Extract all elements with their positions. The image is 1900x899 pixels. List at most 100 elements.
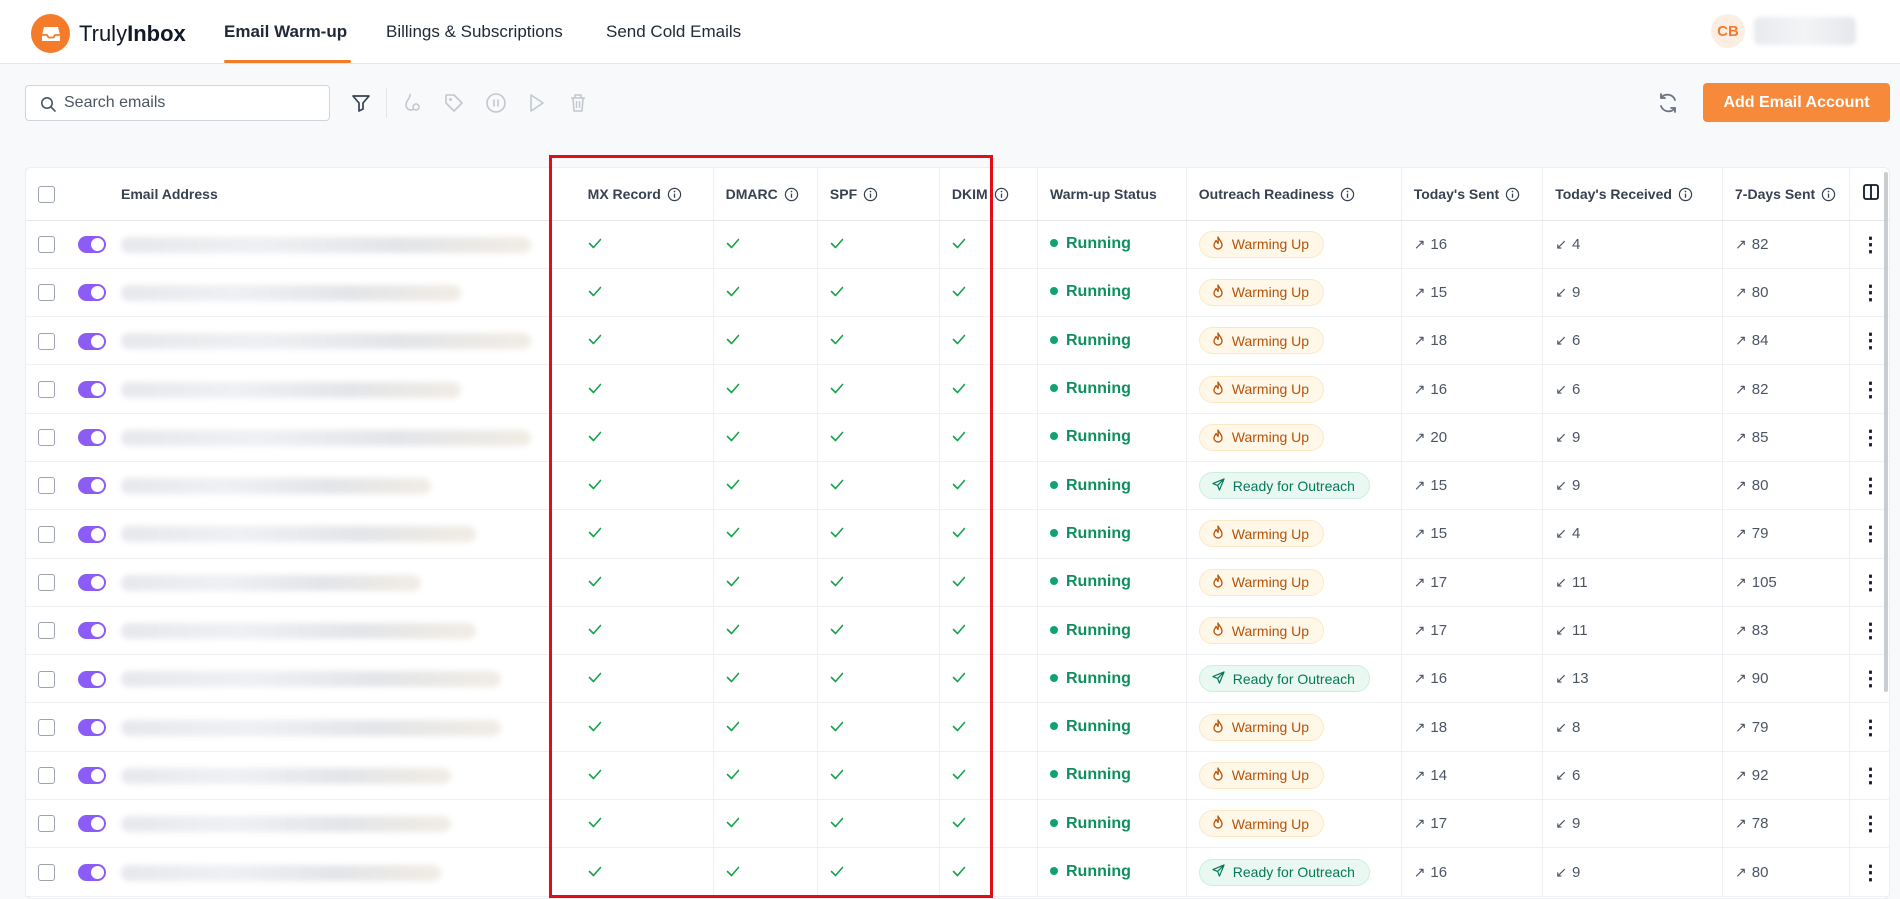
user-name-redacted[interactable]	[1754, 17, 1856, 45]
email-address-cell[interactable]	[118, 847, 576, 897]
kebab-menu-icon[interactable]: ⋮	[1861, 282, 1881, 304]
kebab-menu-icon[interactable]: ⋮	[1861, 668, 1881, 690]
email-address-cell[interactable]	[118, 702, 576, 752]
row-checkbox[interactable]	[38, 284, 55, 302]
info-icon[interactable]	[1821, 187, 1836, 202]
email-address-cell[interactable]	[118, 316, 576, 366]
row-checkbox[interactable]	[38, 767, 55, 785]
table-row[interactable]: Running Ready for Outreach ↗ 16 ↙ 13 ↗ 90 ⋮	[26, 654, 1889, 704]
column-7-days-sent[interactable]: 7-Days Sent	[1722, 168, 1850, 221]
add-email-account-button[interactable]: Add Email Account	[1703, 83, 1890, 122]
warmup-toggle[interactable]	[77, 767, 106, 785]
column-dkim[interactable]: DKIM	[938, 168, 1038, 221]
tab-billings-subscriptions[interactable]: Billings & Subscriptions	[386, 22, 563, 42]
kebab-menu-icon[interactable]: ⋮	[1861, 330, 1881, 352]
tab-email-warmup[interactable]: Email Warm-up	[224, 22, 347, 42]
kebab-menu-icon[interactable]: ⋮	[1861, 813, 1881, 835]
refresh-button[interactable]	[1654, 89, 1682, 117]
row-actions-menu[interactable]: ⋮	[1849, 702, 1889, 752]
warmup-toggle[interactable]	[77, 622, 106, 640]
trash-icon[interactable]	[566, 91, 590, 115]
app-logo[interactable]: TrulyInbox	[31, 14, 186, 53]
row-checkbox[interactable]	[38, 670, 55, 688]
row-checkbox[interactable]	[38, 622, 55, 640]
table-row[interactable]: Running Ready for Outreach ↗ 15 ↙ 9 ↗ 80 ⋮	[26, 461, 1889, 511]
table-row[interactable]: Running Warming Up ↗ 18 ↙ 6 ↗ 84 ⋮	[26, 316, 1889, 366]
tag-icon[interactable]	[442, 91, 466, 115]
email-address-cell[interactable]	[118, 413, 576, 462]
column-spf[interactable]: SPF	[816, 168, 940, 221]
email-address-cell[interactable]	[118, 606, 576, 656]
warmup-toggle[interactable]	[77, 332, 106, 350]
select-all-checkbox[interactable]	[38, 185, 55, 203]
warmup-toggle[interactable]	[77, 718, 106, 736]
tab-send-cold-emails[interactable]: Send Cold Emails	[606, 22, 741, 42]
filter-icon[interactable]	[349, 91, 373, 115]
warmup-toggle[interactable]	[77, 477, 106, 495]
pause-icon[interactable]	[484, 91, 508, 115]
search-input[interactable]	[64, 86, 324, 120]
email-address-cell[interactable]	[118, 268, 576, 318]
kebab-menu-icon[interactable]: ⋮	[1861, 717, 1881, 739]
info-icon[interactable]	[863, 187, 878, 202]
table-row[interactable]: Running Ready for Outreach ↗ 16 ↙ 9 ↗ 80 ⋮	[26, 847, 1889, 897]
kebab-menu-icon[interactable]: ⋮	[1861, 862, 1881, 884]
info-icon[interactable]	[1505, 187, 1520, 202]
warmup-toggle[interactable]	[77, 525, 106, 543]
table-row[interactable]: Running Warming Up ↗ 14 ↙ 6 ↗ 92 ⋮	[26, 751, 1889, 801]
table-row[interactable]: Running Warming Up ↗ 18 ↙ 8 ↗ 79 ⋮	[26, 702, 1889, 752]
user-avatar[interactable]: CB	[1711, 14, 1745, 48]
column-email-address[interactable]: Email Address	[118, 168, 576, 221]
email-address-cell[interactable]	[118, 509, 576, 559]
warmup-toggle[interactable]	[77, 815, 106, 833]
row-checkbox[interactable]	[38, 429, 55, 447]
warmup-toggle[interactable]	[77, 670, 106, 688]
kebab-menu-icon[interactable]: ⋮	[1861, 379, 1881, 401]
kebab-menu-icon[interactable]: ⋮	[1861, 475, 1881, 497]
email-address-cell[interactable]	[118, 751, 576, 801]
table-row[interactable]: Running Warming Up ↗ 16 ↙ 4 ↗ 82 ⋮	[26, 220, 1889, 269]
table-row[interactable]: Running Warming Up ↗ 17 ↙ 9 ↗ 78 ⋮	[26, 799, 1889, 849]
info-icon[interactable]	[1340, 187, 1355, 202]
row-checkbox[interactable]	[38, 815, 55, 833]
row-actions-menu[interactable]: ⋮	[1849, 799, 1889, 849]
warmup-toggle[interactable]	[77, 863, 106, 881]
row-actions-menu[interactable]: ⋮	[1849, 847, 1889, 897]
search-box[interactable]	[25, 85, 330, 121]
info-icon[interactable]	[667, 187, 682, 202]
row-checkbox[interactable]	[38, 573, 55, 591]
row-checkbox[interactable]	[38, 863, 55, 881]
column-dmarc[interactable]: DMARC	[712, 168, 818, 221]
email-address-cell[interactable]	[118, 461, 576, 511]
kebab-menu-icon[interactable]: ⋮	[1861, 765, 1881, 787]
column-mx-record[interactable]: MX Record	[575, 168, 714, 221]
column-todays-received[interactable]: Today's Received	[1542, 168, 1723, 221]
column-warmup-status[interactable]: Warm-up Status	[1037, 168, 1187, 221]
kebab-menu-icon[interactable]: ⋮	[1861, 427, 1881, 449]
table-row[interactable]: Running Warming Up ↗ 15 ↙ 9 ↗ 80 ⋮	[26, 268, 1889, 318]
email-address-cell[interactable]	[118, 654, 576, 704]
warmup-toggle[interactable]	[77, 235, 106, 253]
row-checkbox[interactable]	[38, 332, 55, 350]
table-row[interactable]: Running Warming Up ↗ 15 ↙ 4 ↗ 79 ⋮	[26, 509, 1889, 559]
table-row[interactable]: Running Warming Up ↗ 17 ↙ 11 ↗ 105 ⋮	[26, 558, 1889, 607]
warmup-toggle[interactable]	[77, 284, 106, 302]
warmup-toggle[interactable]	[77, 573, 106, 591]
play-icon[interactable]	[524, 91, 548, 115]
info-icon[interactable]	[1678, 187, 1693, 202]
info-icon[interactable]	[994, 187, 1009, 202]
email-address-cell[interactable]	[118, 364, 576, 414]
table-row[interactable]: Running Warming Up ↗ 20 ↙ 9 ↗ 85 ⋮	[26, 413, 1889, 462]
row-checkbox[interactable]	[38, 718, 55, 736]
kebab-menu-icon[interactable]: ⋮	[1861, 620, 1881, 642]
table-row[interactable]: Running Warming Up ↗ 17 ↙ 11 ↗ 83 ⋮	[26, 606, 1889, 656]
row-actions-menu[interactable]: ⋮	[1849, 751, 1889, 801]
column-todays-sent[interactable]: Today's Sent	[1400, 168, 1543, 221]
kebab-menu-icon[interactable]: ⋮	[1861, 234, 1881, 256]
email-address-cell[interactable]	[118, 799, 576, 849]
row-checkbox[interactable]	[38, 235, 55, 253]
columns-layout-icon[interactable]	[1862, 183, 1880, 201]
warmup-toggle[interactable]	[77, 380, 106, 398]
email-address-cell[interactable]	[118, 220, 576, 269]
row-checkbox[interactable]	[38, 380, 55, 398]
